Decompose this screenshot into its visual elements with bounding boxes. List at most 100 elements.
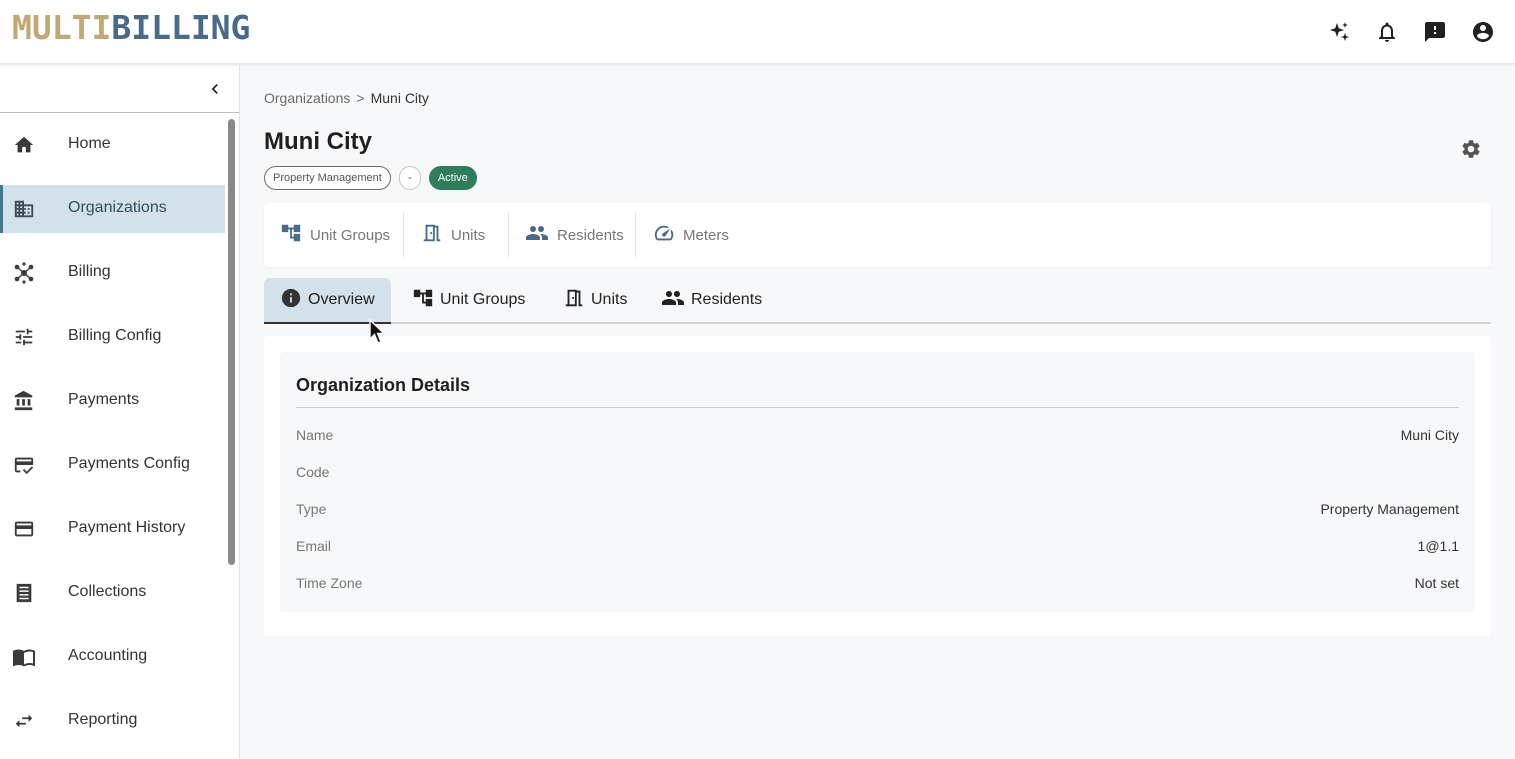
sidebar-item-label: Reporting: [68, 711, 138, 728]
sidebar-item-label: Organizations: [68, 199, 167, 216]
tab-overview[interactable]: Overview: [264, 278, 391, 324]
gear-icon[interactable]: [1459, 137, 1483, 161]
tab-residents[interactable]: Residents: [645, 278, 778, 322]
sidebar: Home Organizations Billing Billing Confi…: [0, 65, 240, 759]
sidebar-item-label: Billing: [68, 263, 111, 280]
sidebar-scrollbar[interactable]: [228, 119, 235, 565]
detail-value: Muni City: [1400, 427, 1459, 443]
sparkle-icon[interactable]: [1327, 16, 1351, 48]
info-icon: [280, 287, 302, 314]
breadcrumb-separator: >: [356, 90, 365, 106]
detail-row-time-zone: Time Zone Not set: [296, 575, 1459, 595]
sidebar-item-label: Collections: [68, 583, 147, 600]
tab-unit-groups[interactable]: Unit Groups: [396, 278, 541, 322]
stat-divider: [635, 213, 636, 257]
stat-residents[interactable]: Residents: [525, 223, 624, 247]
sidebar-item-payment-history[interactable]: Payment History: [0, 505, 225, 553]
detail-value: 1@1.1: [1417, 538, 1459, 554]
sidebar-item-reporting[interactable]: Reporting: [0, 697, 225, 745]
billing-hub-icon: [12, 261, 36, 285]
tab-units[interactable]: Units: [547, 278, 643, 322]
sidebar-item-billing[interactable]: Billing: [0, 249, 225, 297]
stat-unit-groups[interactable]: Unit Groups: [280, 223, 390, 247]
summary-card: Unit Groups Units Residents Meters: [264, 203, 1491, 267]
stat-divider: [403, 213, 404, 257]
detail-label: Name: [296, 427, 334, 443]
sidebar-item-label: Payments: [68, 391, 140, 408]
breadcrumb-organizations[interactable]: Organizations: [264, 90, 350, 106]
sidebar-item-billing-config[interactable]: Billing Config: [0, 313, 225, 361]
sidebar-item-home[interactable]: Home: [0, 121, 225, 169]
feedback-icon[interactable]: [1423, 16, 1447, 48]
org-chips: Property Management - Active: [264, 166, 477, 190]
detail-row-name: Name Muni City: [296, 427, 1459, 447]
bell-icon[interactable]: [1375, 16, 1399, 48]
people-icon: [525, 221, 549, 249]
tab-label: Overview: [308, 291, 375, 308]
door-icon: [563, 287, 585, 314]
detail-label: Type: [296, 501, 327, 517]
sidebar-item-label: Payment History: [68, 519, 186, 536]
card-check-icon: [12, 453, 36, 477]
hierarchy-icon: [412, 287, 434, 314]
stat-meters[interactable]: Meters: [653, 223, 729, 247]
sidebar-item-label: Home: [68, 135, 111, 152]
receipt-icon: [12, 581, 36, 605]
sidebar-item-organizations[interactable]: Organizations: [0, 185, 225, 233]
divider: [296, 407, 1459, 408]
logo-part-multi: MULTI: [12, 8, 112, 47]
detail-row-email: Email 1@1.1: [296, 538, 1459, 558]
sidebar-collapse-row: [0, 65, 239, 113]
logo[interactable]: MULTI BILLING: [12, 10, 250, 46]
tab-label: Residents: [691, 291, 763, 308]
detail-label: Email: [296, 538, 332, 554]
organization-details-card: Organization Details Name Muni City Code…: [280, 352, 1475, 612]
type-chip: Property Management: [264, 166, 391, 190]
tab-label: Unit Groups: [440, 291, 526, 308]
stat-label: Residents: [557, 226, 624, 244]
detail-value: Not set: [1414, 575, 1459, 591]
breadcrumb: Organizations > Muni City: [264, 90, 429, 106]
breadcrumb-current: Muni City: [370, 90, 429, 106]
details-title: Organization Details: [296, 375, 471, 395]
overview-panel: Organization Details Name Muni City Code…: [264, 336, 1491, 636]
sidebar-item-label: Payments Config: [68, 455, 190, 472]
top-bar: MULTI BILLING: [0, 0, 1515, 64]
sidebar-item-label: Billing Config: [68, 327, 162, 344]
sidebar-item-collections[interactable]: Collections: [0, 569, 225, 617]
tab-label: Units: [591, 291, 628, 308]
people-icon: [661, 286, 685, 315]
hierarchy-icon: [280, 222, 302, 248]
stat-divider: [508, 213, 509, 257]
sidebar-item-accounting[interactable]: Accounting: [0, 633, 225, 681]
home-icon: [12, 133, 36, 157]
building-icon: [12, 197, 36, 221]
bank-icon: [12, 389, 36, 413]
sidebar-item-payments-config[interactable]: Payments Config: [0, 441, 225, 489]
stat-label: Meters: [683, 226, 729, 244]
detail-label: Time Zone: [296, 575, 363, 591]
top-actions: [1327, 16, 1495, 48]
credit-card-icon: [12, 517, 36, 541]
code-chip: -: [398, 166, 421, 190]
sidebar-item-label: Accounting: [68, 647, 148, 664]
stat-units[interactable]: Units: [421, 223, 485, 247]
status-badge: Active: [428, 166, 477, 190]
speedometer-icon: [653, 222, 675, 248]
detail-row-code: Code: [296, 464, 1459, 484]
detail-value: Property Management: [1320, 501, 1459, 517]
detail-label: Code: [296, 464, 330, 480]
sidebar-nav: Home Organizations Billing Billing Confi…: [0, 121, 225, 759]
sidebar-item-payments[interactable]: Payments: [0, 377, 225, 425]
book-icon: [12, 645, 36, 669]
page-title: Muni City: [264, 128, 372, 155]
account-icon[interactable]: [1471, 16, 1495, 48]
swap-icon: [12, 709, 36, 733]
stat-label: Units: [451, 226, 486, 244]
tab-bar: Overview Unit Groups Units Residents: [264, 278, 1491, 324]
stat-label: Unit Groups: [310, 226, 391, 244]
door-icon: [421, 222, 443, 248]
logo-part-billing: BILLING: [111, 8, 251, 47]
detail-row-type: Type Property Management: [296, 501, 1459, 521]
chevron-left-icon[interactable]: [203, 77, 227, 101]
